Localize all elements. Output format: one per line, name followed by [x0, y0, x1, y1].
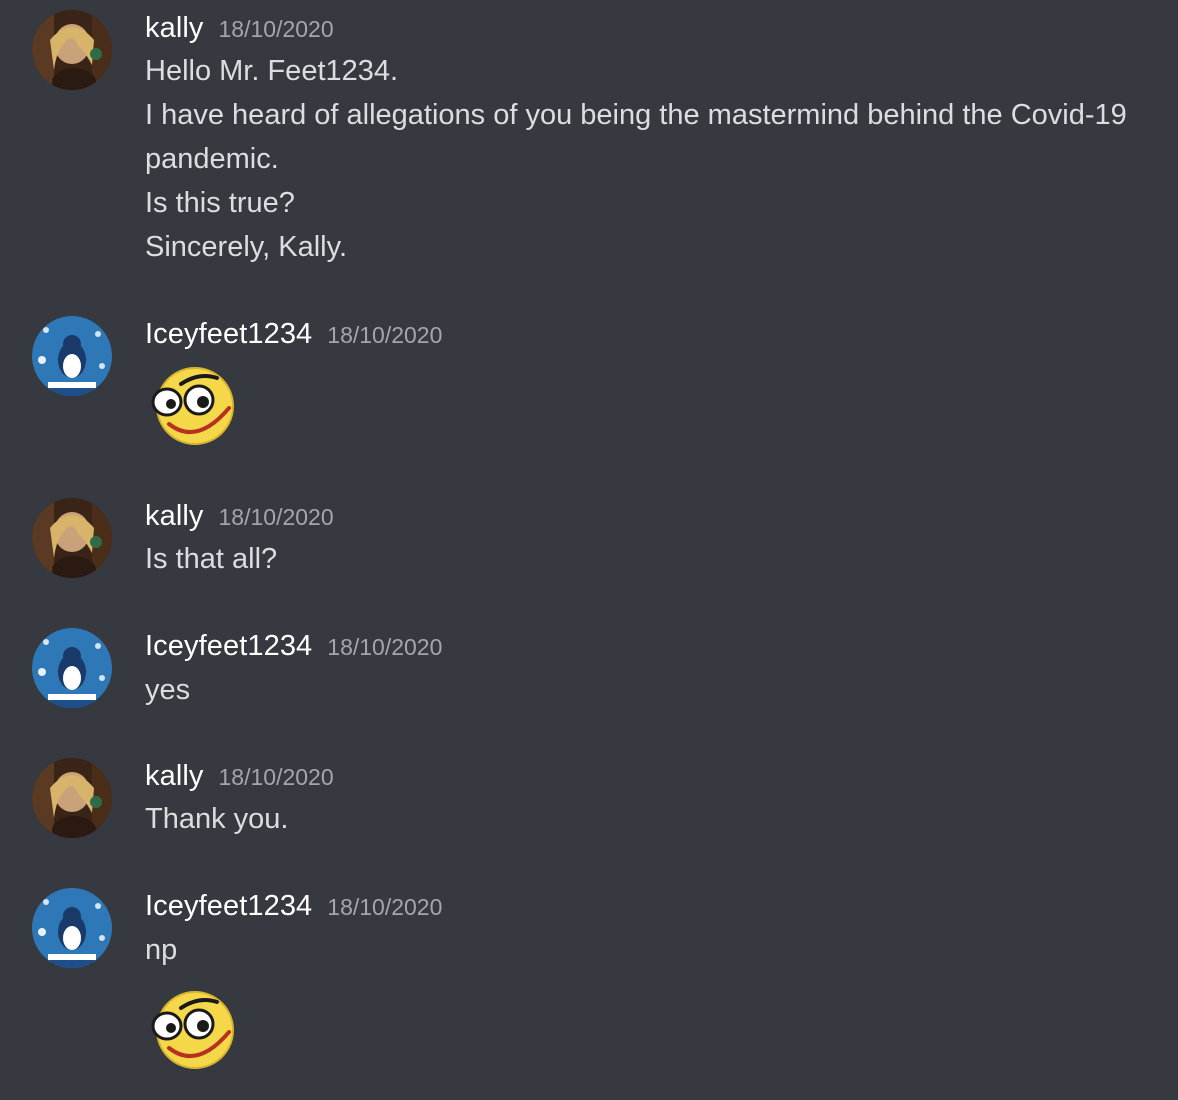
kally-avatar[interactable]	[32, 498, 112, 578]
timestamp: 18/10/2020	[218, 16, 334, 42]
penguin-avatar[interactable]	[32, 316, 112, 396]
message-text: Sincerely, Kally.	[145, 231, 347, 263]
message-text: pandemic.	[145, 143, 279, 175]
kally-avatar[interactable]	[32, 10, 112, 90]
message-text: I have heard of allegations of you being…	[145, 99, 1127, 131]
message-text: Is this true?	[145, 187, 295, 219]
message-text: np	[145, 934, 178, 966]
smirk-emoji[interactable]	[147, 364, 239, 446]
username[interactable]: Iceyfeet1234	[145, 890, 312, 923]
timestamp: 18/10/2020	[218, 504, 334, 530]
kally-avatar[interactable]	[32, 758, 112, 838]
username[interactable]: kally	[145, 760, 204, 793]
message-text: Hello Mr. Feet1234.	[145, 55, 399, 87]
username[interactable]: kally	[145, 12, 204, 45]
timestamp: 18/10/2020	[327, 894, 443, 920]
username[interactable]: Iceyfeet1234	[145, 318, 312, 351]
timestamp: 18/10/2020	[327, 322, 443, 348]
penguin-avatar[interactable]	[32, 888, 112, 968]
username[interactable]: Iceyfeet1234	[145, 630, 312, 663]
message-text: yes	[145, 674, 191, 706]
username[interactable]: kally	[145, 500, 204, 533]
smirk-emoji[interactable]	[147, 988, 239, 1070]
timestamp: 18/10/2020	[327, 634, 443, 660]
message-text: Thank you.	[145, 803, 289, 835]
penguin-avatar[interactable]	[32, 628, 112, 708]
chat-messages: kally 18/10/2020 Hello Mr. Feet1234. I h…	[0, 0, 1178, 1100]
timestamp: 18/10/2020	[218, 764, 334, 790]
message-text: Is that all?	[145, 543, 278, 575]
